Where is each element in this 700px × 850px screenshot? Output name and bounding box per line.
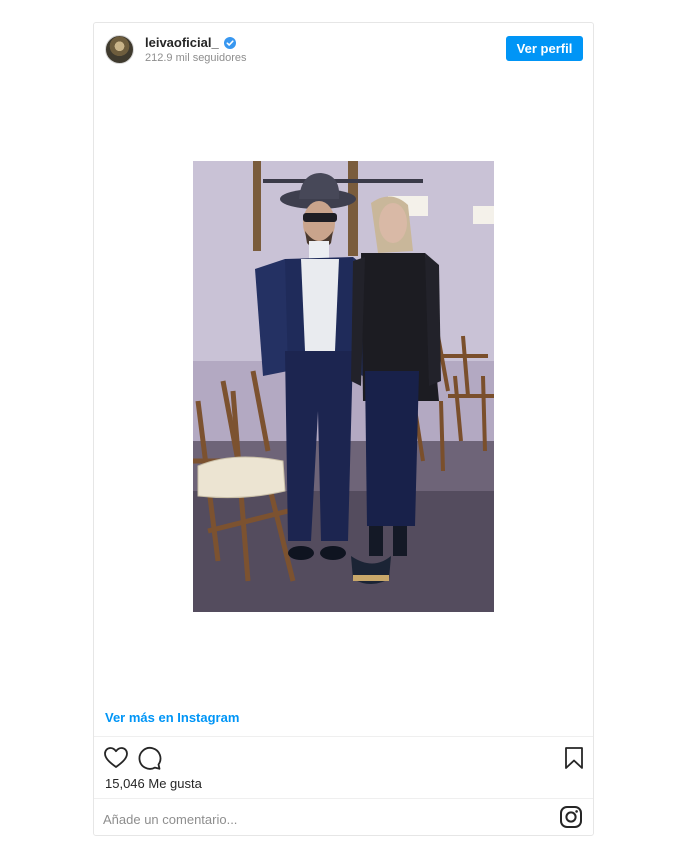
divider xyxy=(94,736,593,737)
comment-input[interactable] xyxy=(103,808,533,830)
follower-count: 212.9 mil seguidores xyxy=(145,52,247,64)
post-header: leivaoficial_ 212.9 mil seguidores Ver p… xyxy=(94,23,593,75)
view-more-link[interactable]: Ver más en Instagram xyxy=(105,710,239,725)
instagram-embed: leivaoficial_ 212.9 mil seguidores Ver p… xyxy=(93,22,594,836)
comment-icon[interactable] xyxy=(136,745,162,771)
username[interactable]: leivaoficial_ xyxy=(145,35,219,50)
view-profile-button[interactable]: Ver perfil xyxy=(506,36,583,61)
instagram-icon[interactable] xyxy=(559,805,583,829)
verified-badge-icon xyxy=(223,36,236,49)
action-bar xyxy=(94,741,593,775)
username-row[interactable]: leivaoficial_ xyxy=(145,35,236,50)
like-count[interactable]: 15,046 Me gusta xyxy=(105,776,202,791)
avatar[interactable] xyxy=(105,35,134,64)
divider xyxy=(94,798,593,799)
post-photo[interactable] xyxy=(193,161,494,612)
heart-icon[interactable] xyxy=(103,745,129,771)
bookmark-icon[interactable] xyxy=(561,745,587,771)
